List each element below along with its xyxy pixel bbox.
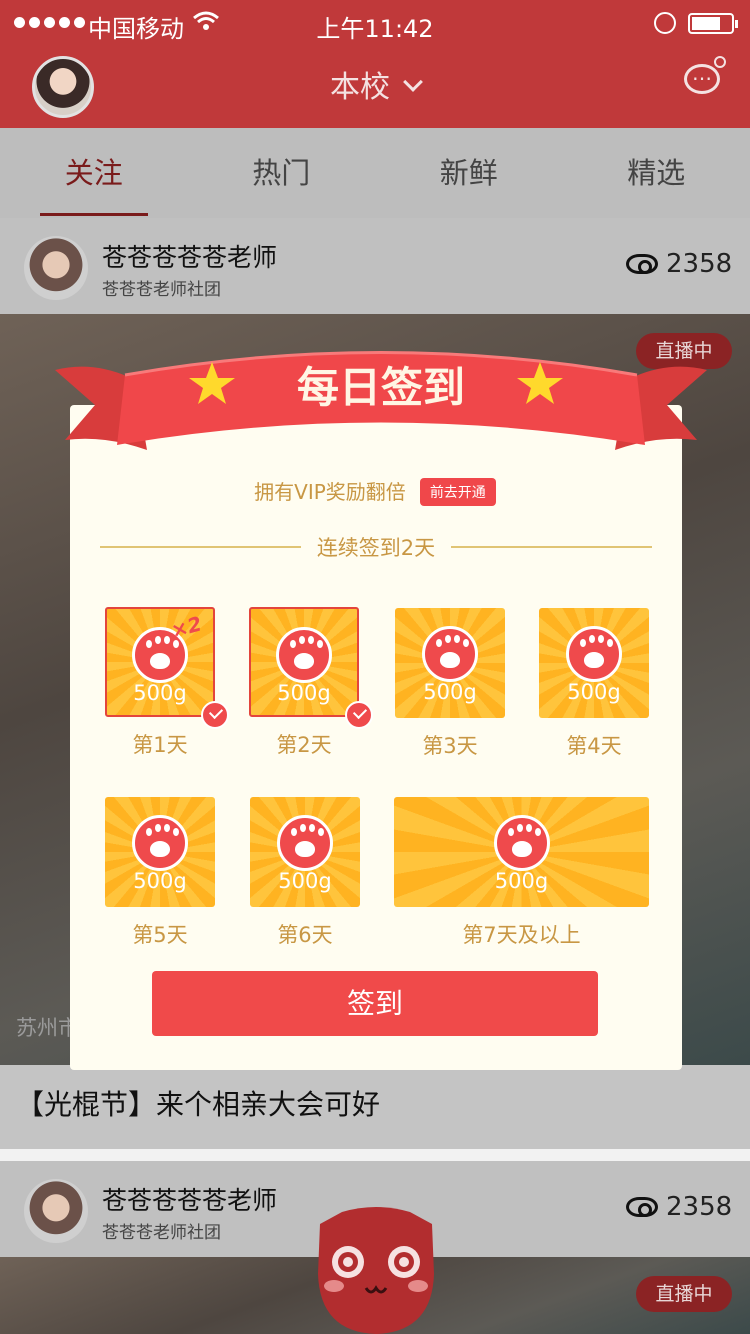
paw-icon <box>422 626 478 682</box>
vip-row: 拥有VIP奖励翻倍 前去开通 <box>0 476 750 508</box>
battery-icon <box>688 13 738 34</box>
reward-card: 500g <box>394 797 649 907</box>
title-ribbon: 每日签到 <box>55 351 707 450</box>
chevron-down-icon <box>403 72 423 92</box>
day-label: 第6天 <box>277 923 333 947</box>
day-label: 第1天 <box>132 733 188 757</box>
reward-amount: 500g <box>423 680 477 704</box>
mascot-icon[interactable] <box>312 1204 440 1334</box>
message-icon[interactable] <box>684 56 726 94</box>
reward-card: 500g <box>539 608 649 718</box>
reward-amount: 500g <box>494 869 549 893</box>
paw-icon <box>277 815 333 871</box>
vip-text: 拥有VIP奖励翻倍 <box>254 480 406 504</box>
reward-card: 500g <box>105 797 215 907</box>
streak-text: 连续签到2天 <box>316 536 436 560</box>
reward-amount: 500g <box>567 680 621 704</box>
app-header: 本校 <box>0 46 750 128</box>
status-time: 上午11:42 <box>316 15 434 43</box>
reward-amount: 500g <box>133 869 187 893</box>
status-bar: 中国移动 上午11:42 <box>0 0 750 46</box>
reward-card: 500g <box>249 607 359 717</box>
day-label: 第5天 <box>132 923 188 947</box>
paw-icon <box>276 627 332 683</box>
day-label: 第4天 <box>566 734 622 758</box>
sign-in-button[interactable]: 签到 <box>152 971 598 1036</box>
day-label: 第3天 <box>422 734 478 758</box>
day-label: 第2天 <box>276 733 332 757</box>
rotation-lock-icon <box>654 12 676 34</box>
reward-amount: 500g <box>133 681 187 705</box>
paw-icon <box>566 626 622 682</box>
reward-amount: 500g <box>278 869 332 893</box>
check-icon <box>345 701 373 729</box>
paw-icon <box>132 815 188 871</box>
school-selector[interactable]: 本校 <box>0 62 750 106</box>
vip-open-button[interactable]: 前去开通 <box>419 477 496 506</box>
reward-card: 500g <box>250 797 360 907</box>
reward-amount: 500g <box>277 681 331 705</box>
day-label: 第7天及以上 <box>462 923 581 947</box>
check-icon <box>201 701 229 729</box>
modal-title: 每日签到 <box>297 363 465 412</box>
streak-divider: 连续签到2天 <box>100 532 652 562</box>
reward-card: 500g <box>395 608 505 718</box>
header-title: 本校 <box>330 70 390 105</box>
paw-icon <box>493 815 550 871</box>
